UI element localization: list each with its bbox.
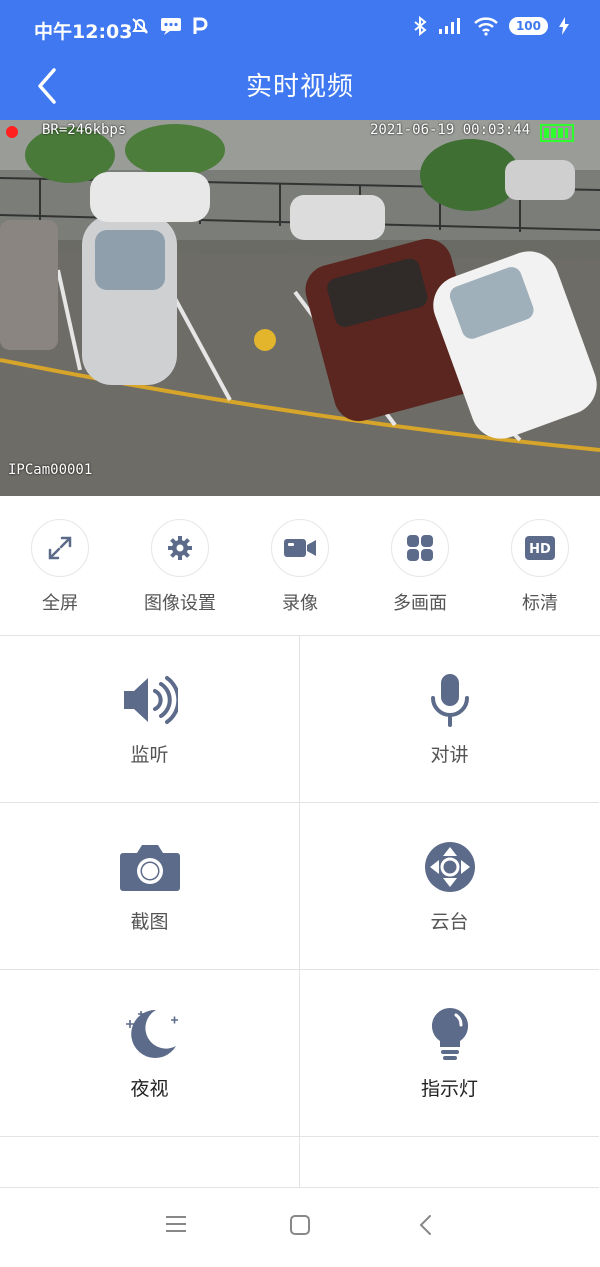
- ptz-icon-wrap: [300, 837, 599, 897]
- control-label: 监听: [130, 744, 169, 766]
- camera-icon: [119, 845, 180, 891]
- status-bar: 中午12:03 100: [0, 0, 600, 58]
- expand-icon: [48, 536, 72, 560]
- video-toolbar: 全屏 图像设置 录像 多画面 HD 标清: [0, 497, 600, 636]
- mute-alarm-icon: [132, 18, 148, 34]
- video-bitrate: BR=246kbps: [42, 122, 127, 138]
- hd-icon: HD: [525, 536, 555, 560]
- system-nav-bar: [0, 1188, 600, 1267]
- indicator-light-icon-wrap: [300, 1004, 599, 1064]
- recording-dot: [6, 126, 18, 138]
- wifi-icon: [474, 17, 498, 36]
- speaker-icon: [123, 676, 178, 724]
- control-label: 云台: [430, 911, 469, 933]
- app-header: 中午12:03 100 实时视频: [0, 0, 600, 120]
- menu-icon: [166, 1216, 186, 1232]
- home-square-icon: [290, 1215, 310, 1235]
- image-settings-icon-circle: [151, 519, 209, 577]
- camera-battery-icon: [540, 124, 574, 142]
- record-button[interactable]: 录像: [240, 519, 360, 615]
- message-icon: [161, 18, 181, 35]
- bluetooth-icon: [414, 16, 427, 36]
- page-title: 实时视频: [245, 72, 354, 102]
- night-vision-icon-wrap: [0, 1004, 299, 1064]
- control-label: 指示灯: [420, 1078, 478, 1100]
- video-camera-name: IPCam00001: [8, 462, 93, 478]
- ptz-button[interactable]: 云台: [300, 803, 599, 970]
- title-bar: 实时视频: [0, 58, 600, 120]
- talk-icon-wrap: [300, 670, 599, 730]
- status-right-icons: 100: [413, 16, 570, 36]
- toolbar-label: 标清: [522, 593, 558, 614]
- toolbar-label: 多画面: [393, 593, 447, 614]
- record-icon-circle: [271, 519, 329, 577]
- gear-icon: [168, 536, 192, 560]
- control-label: 夜视: [130, 1078, 169, 1100]
- home-button[interactable]: [289, 1214, 311, 1240]
- empty-cell: [0, 1137, 300, 1188]
- microphone-icon: [430, 674, 469, 727]
- menu-button[interactable]: [165, 1214, 187, 1238]
- talk-button[interactable]: 对讲: [300, 636, 599, 803]
- nav-back-icon: [419, 1215, 431, 1235]
- toolbar-label: 图像设置: [144, 593, 216, 614]
- toolbar-label: 全屏: [42, 593, 78, 614]
- image-settings-button[interactable]: 图像设置: [120, 519, 240, 615]
- video-camera-icon: [284, 539, 316, 557]
- moon-icon: [125, 1009, 178, 1058]
- night-vision-button[interactable]: 夜视: [0, 970, 300, 1137]
- quality-button[interactable]: HD 标清: [480, 519, 600, 615]
- multi-view-button[interactable]: 多画面: [360, 519, 480, 615]
- fullscreen-icon-circle: [31, 519, 89, 577]
- status-time: 中午12:03: [34, 21, 133, 43]
- video-datetime: 2021-06-19 00:03:44: [370, 122, 531, 138]
- grid-icon: [407, 535, 433, 561]
- parking-icon: [193, 17, 208, 34]
- control-label: 对讲: [430, 744, 469, 766]
- snapshot-icon-wrap: [0, 837, 299, 897]
- battery-indicator: 100: [508, 17, 548, 35]
- video-frame: [0, 120, 600, 496]
- nav-back-button[interactable]: [418, 1214, 434, 1240]
- listen-button[interactable]: 监听: [0, 636, 300, 803]
- hd-badge-text: HD: [529, 542, 551, 557]
- snapshot-button[interactable]: 截图: [0, 803, 300, 970]
- charging-icon: [559, 17, 569, 35]
- fullscreen-button[interactable]: 全屏: [0, 519, 120, 615]
- listen-icon-wrap: [0, 670, 299, 730]
- quality-icon-circle: HD: [511, 519, 569, 577]
- multi-view-icon-circle: [391, 519, 449, 577]
- control-label: 截图: [130, 911, 169, 933]
- indicator-light-button[interactable]: 指示灯: [300, 970, 599, 1137]
- live-video-view[interactable]: BR=246kbps 2021-06-19 00:03:44 IPCam0000…: [0, 120, 600, 496]
- status-left-icons: [130, 16, 208, 36]
- signal-icon: [438, 18, 460, 34]
- lightbulb-icon: [431, 1007, 468, 1060]
- toolbar-label: 录像: [282, 593, 318, 614]
- empty-cell: [300, 1137, 599, 1188]
- ptz-icon: [424, 842, 475, 892]
